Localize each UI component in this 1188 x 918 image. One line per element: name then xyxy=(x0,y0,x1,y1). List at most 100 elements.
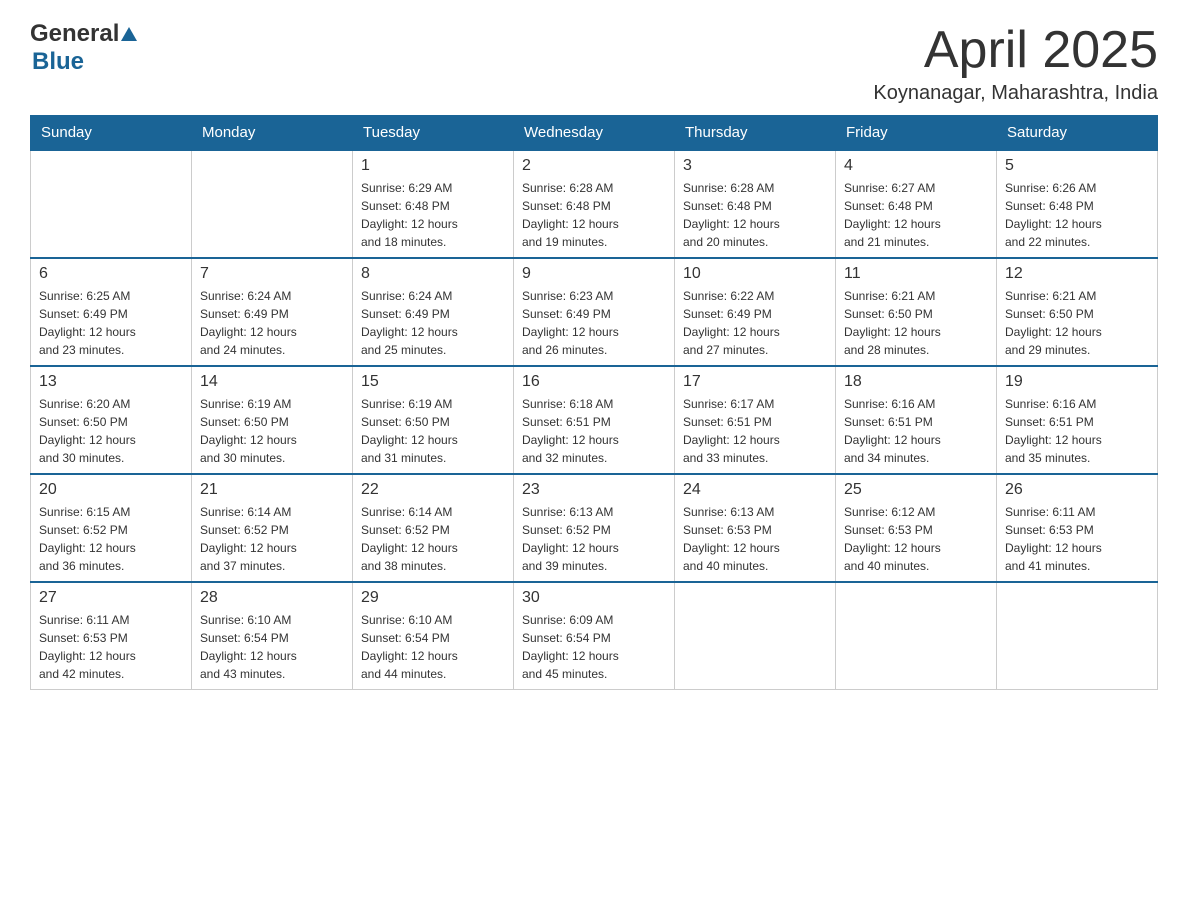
calendar-cell: 17Sunrise: 6:17 AM Sunset: 6:51 PM Dayli… xyxy=(675,366,836,474)
day-info: Sunrise: 6:29 AM Sunset: 6:48 PM Dayligh… xyxy=(361,179,505,251)
calendar-cell: 12 Sunrise: 6:21 AM Sunset: 6:50 PM Dayli… xyxy=(997,258,1158,366)
logo-general: General xyxy=(30,20,119,48)
calendar-cell: 26 Sunrise: 6:11 AM Sunset: 6:53 PM Dayli… xyxy=(997,474,1158,582)
calendar-week-4: 20 Sunrise: 6:15 AM Sunset: 6:52 PM Dayli… xyxy=(31,474,1158,582)
day-number: 14 xyxy=(200,373,344,391)
calendar-cell xyxy=(836,582,997,690)
calendar-cell xyxy=(675,582,836,690)
day-info: Sunrise: 6:23 AM Sunset: 6:49 PM Dayligh… xyxy=(522,287,666,359)
day-info: Sunrise: 6:15 AM Sunset: 6:52 PM Dayligh… xyxy=(39,503,183,575)
day-number: 17 xyxy=(683,373,827,391)
day-info: Sunrise: 6:16 AM Sunset: 6:51 PM Dayligh… xyxy=(1005,395,1149,467)
day-info: Sunrise: 6:10 AM Sunset: 6:54 PM Dayligh… xyxy=(200,611,344,683)
calendar-cell: 11 Sunrise: 6:21 AM Sunset: 6:50 PM Dayli… xyxy=(836,258,997,366)
day-number: 25 xyxy=(844,481,988,499)
calendar-cell xyxy=(31,150,192,258)
calendar-cell: 18Sunrise: 6:16 AM Sunset: 6:51 PM Dayli… xyxy=(836,366,997,474)
day-number: 27 xyxy=(39,589,183,607)
day-info: Sunrise: 6:21 AM Sunset: 6:50 PM Dayligh… xyxy=(844,287,988,359)
day-info: Sunrise: 6:18 AM Sunset: 6:51 PM Dayligh… xyxy=(522,395,666,467)
calendar-header-thursday: Thursday xyxy=(675,116,836,151)
calendar-week-2: 6 Sunrise: 6:25 AM Sunset: 6:49 PM Daylig… xyxy=(31,258,1158,366)
day-number: 11 xyxy=(844,265,988,283)
calendar-cell: 13Sunrise: 6:20 AM Sunset: 6:50 PM Dayli… xyxy=(31,366,192,474)
day-info: Sunrise: 6:28 AM Sunset: 6:48 PM Dayligh… xyxy=(522,179,666,251)
logo: General Blue xyxy=(30,20,138,76)
calendar-cell: 23 Sunrise: 6:13 AM Sunset: 6:52 PM Dayli… xyxy=(514,474,675,582)
day-number: 19 xyxy=(1005,373,1149,391)
calendar-cell: 10 Sunrise: 6:22 AM Sunset: 6:49 PM Dayli… xyxy=(675,258,836,366)
day-number: 30 xyxy=(522,589,666,607)
day-info: Sunrise: 6:19 AM Sunset: 6:50 PM Dayligh… xyxy=(200,395,344,467)
day-number: 10 xyxy=(683,265,827,283)
calendar-cell: 22Sunrise: 6:14 AM Sunset: 6:52 PM Dayli… xyxy=(353,474,514,582)
calendar-header-wednesday: Wednesday xyxy=(514,116,675,151)
location: Koynanagar, Maharashtra, India xyxy=(873,82,1158,105)
day-number: 4 xyxy=(844,157,988,175)
calendar-cell xyxy=(997,582,1158,690)
calendar-table: SundayMondayTuesdayWednesdayThursdayFrid… xyxy=(30,115,1158,690)
day-number: 1 xyxy=(361,157,505,175)
day-number: 24 xyxy=(683,481,827,499)
calendar-cell: 25 Sunrise: 6:12 AM Sunset: 6:53 PM Dayli… xyxy=(836,474,997,582)
calendar-cell: 8Sunrise: 6:24 AM Sunset: 6:49 PM Daylig… xyxy=(353,258,514,366)
day-info: Sunrise: 6:11 AM Sunset: 6:53 PM Dayligh… xyxy=(39,611,183,683)
calendar-cell: 29 Sunrise: 6:10 AM Sunset: 6:54 PM Dayli… xyxy=(353,582,514,690)
day-info: Sunrise: 6:28 AM Sunset: 6:48 PM Dayligh… xyxy=(683,179,827,251)
day-number: 5 xyxy=(1005,157,1149,175)
calendar-cell: 7 Sunrise: 6:24 AM Sunset: 6:49 PM Daylig… xyxy=(192,258,353,366)
calendar-cell: 6 Sunrise: 6:25 AM Sunset: 6:49 PM Daylig… xyxy=(31,258,192,366)
calendar-cell: 4 Sunrise: 6:27 AM Sunset: 6:48 PM Daylig… xyxy=(836,150,997,258)
calendar-header-monday: Monday xyxy=(192,116,353,151)
calendar-week-1: 1 Sunrise: 6:29 AM Sunset: 6:48 PM Daylig… xyxy=(31,150,1158,258)
day-info: Sunrise: 6:22 AM Sunset: 6:49 PM Dayligh… xyxy=(683,287,827,359)
day-info: Sunrise: 6:10 AM Sunset: 6:54 PM Dayligh… xyxy=(361,611,505,683)
day-info: Sunrise: 6:24 AM Sunset: 6:49 PM Dayligh… xyxy=(361,287,505,359)
calendar-header-sunday: Sunday xyxy=(31,116,192,151)
day-number: 13 xyxy=(39,373,183,391)
calendar-cell: 14 Sunrise: 6:19 AM Sunset: 6:50 PM Dayli… xyxy=(192,366,353,474)
calendar-header-row: SundayMondayTuesdayWednesdayThursdayFrid… xyxy=(31,116,1158,151)
calendar-cell: 19 Sunrise: 6:16 AM Sunset: 6:51 PM Dayli… xyxy=(997,366,1158,474)
calendar-week-3: 13Sunrise: 6:20 AM Sunset: 6:50 PM Dayli… xyxy=(31,366,1158,474)
day-number: 12 xyxy=(1005,265,1149,283)
day-info: Sunrise: 6:09 AM Sunset: 6:54 PM Dayligh… xyxy=(522,611,666,683)
calendar-header-tuesday: Tuesday xyxy=(353,116,514,151)
day-info: Sunrise: 6:16 AM Sunset: 6:51 PM Dayligh… xyxy=(844,395,988,467)
day-info: Sunrise: 6:27 AM Sunset: 6:48 PM Dayligh… xyxy=(844,179,988,251)
day-number: 9 xyxy=(522,265,666,283)
day-number: 22 xyxy=(361,481,505,499)
day-info: Sunrise: 6:19 AM Sunset: 6:50 PM Dayligh… xyxy=(361,395,505,467)
calendar-cell: 15 Sunrise: 6:19 AM Sunset: 6:50 PM Dayli… xyxy=(353,366,514,474)
calendar-cell: 27 Sunrise: 6:11 AM Sunset: 6:53 PM Dayli… xyxy=(31,582,192,690)
day-number: 20 xyxy=(39,481,183,499)
day-info: Sunrise: 6:24 AM Sunset: 6:49 PM Dayligh… xyxy=(200,287,344,359)
calendar-cell: 20 Sunrise: 6:15 AM Sunset: 6:52 PM Dayli… xyxy=(31,474,192,582)
calendar-header-saturday: Saturday xyxy=(997,116,1158,151)
day-number: 26 xyxy=(1005,481,1149,499)
day-info: Sunrise: 6:21 AM Sunset: 6:50 PM Dayligh… xyxy=(1005,287,1149,359)
day-info: Sunrise: 6:12 AM Sunset: 6:53 PM Dayligh… xyxy=(844,503,988,575)
day-info: Sunrise: 6:25 AM Sunset: 6:49 PM Dayligh… xyxy=(39,287,183,359)
day-number: 6 xyxy=(39,265,183,283)
logo-text: General xyxy=(30,20,138,48)
calendar-cell: 2 Sunrise: 6:28 AM Sunset: 6:48 PM Daylig… xyxy=(514,150,675,258)
calendar-cell: 30 Sunrise: 6:09 AM Sunset: 6:54 PM Dayli… xyxy=(514,582,675,690)
day-info: Sunrise: 6:14 AM Sunset: 6:52 PM Dayligh… xyxy=(200,503,344,575)
day-number: 23 xyxy=(522,481,666,499)
day-number: 29 xyxy=(361,589,505,607)
calendar-cell: 16Sunrise: 6:18 AM Sunset: 6:51 PM Dayli… xyxy=(514,366,675,474)
calendar-cell: 9 Sunrise: 6:23 AM Sunset: 6:49 PM Daylig… xyxy=(514,258,675,366)
day-info: Sunrise: 6:13 AM Sunset: 6:53 PM Dayligh… xyxy=(683,503,827,575)
day-info: Sunrise: 6:11 AM Sunset: 6:53 PM Dayligh… xyxy=(1005,503,1149,575)
calendar-cell: 21Sunrise: 6:14 AM Sunset: 6:52 PM Dayli… xyxy=(192,474,353,582)
day-number: 7 xyxy=(200,265,344,283)
day-number: 15 xyxy=(361,373,505,391)
day-info: Sunrise: 6:13 AM Sunset: 6:52 PM Dayligh… xyxy=(522,503,666,575)
page-header: General Blue April 2025 Koynanagar, Maha… xyxy=(30,20,1158,105)
day-number: 2 xyxy=(522,157,666,175)
logo-triangle-icon xyxy=(121,27,137,41)
calendar-cell: 28 Sunrise: 6:10 AM Sunset: 6:54 PM Dayli… xyxy=(192,582,353,690)
calendar-cell: 24 Sunrise: 6:13 AM Sunset: 6:53 PM Dayli… xyxy=(675,474,836,582)
day-number: 28 xyxy=(200,589,344,607)
